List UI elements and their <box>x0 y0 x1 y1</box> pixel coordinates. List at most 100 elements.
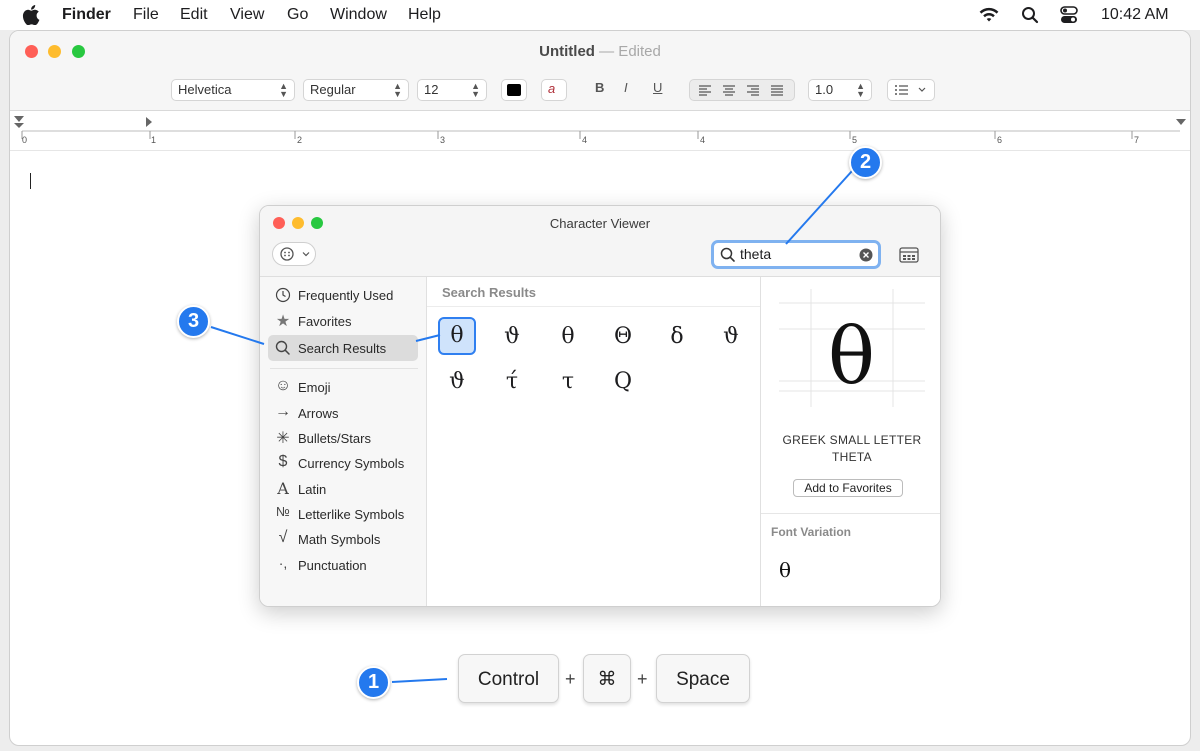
asterisk-icon: ✳ <box>276 430 290 447</box>
collapse-viewer-icon[interactable] <box>899 247 919 263</box>
command-key: ⌘ <box>583 654 631 703</box>
add-to-favorites-button[interactable]: Add to Favorites <box>793 479 903 497</box>
menu-clock[interactable]: 10:42 AM <box>1101 6 1169 24</box>
character-cell[interactable]: τ <box>549 363 587 401</box>
menu-window[interactable]: Window <box>330 6 387 24</box>
updown-chevron-icon: ▲ ▼ <box>471 81 480 99</box>
search-input[interactable] <box>740 246 850 262</box>
sidebar-item-emoji[interactable]: ☺ Emoji <box>268 375 418 399</box>
underline-button[interactable]: U <box>653 80 662 95</box>
ruler-number: 4 <box>700 135 706 145</box>
results-divider <box>427 306 760 307</box>
font-family-select[interactable]: Helvetica ▲ ▼ <box>171 79 295 101</box>
ruler-number: 5 <box>852 135 858 145</box>
character-detail-pane: θ GREEK SMALL LETTER THETA Add to Favori… <box>760 277 940 606</box>
updown-chevron-icon: ▲ ▼ <box>393 81 402 99</box>
sidebar-divider <box>270 368 418 369</box>
sidebar-item-label: Arrows <box>298 406 339 421</box>
character-search-field[interactable] <box>711 240 881 269</box>
first-line-indent-icon[interactable] <box>14 116 24 122</box>
character-cell[interactable]: ϑ <box>493 318 531 356</box>
sidebar-item-punctuation[interactable]: ·, Punctuation <box>268 553 418 577</box>
right-indent-icon[interactable] <box>1176 119 1186 125</box>
character-viewer-window: Character Viewer theta Frequently Used ★… <box>259 205 941 607</box>
arrow-icon: → <box>275 403 291 420</box>
callout-badge-1: 1 <box>357 666 390 699</box>
character-cell[interactable]: τ́ <box>493 363 531 401</box>
sidebar-item-math-symbols[interactable]: √ Math Symbols <box>268 527 418 551</box>
ruler-ticks <box>21 131 1133 139</box>
menu-view[interactable]: View <box>230 6 264 24</box>
character-cell[interactable]: θ <box>549 318 587 356</box>
dollar-icon: $ <box>278 453 288 470</box>
character-cell[interactable]: Q <box>604 363 642 401</box>
numero-icon: № <box>276 504 290 519</box>
spotlight-search-icon[interactable] <box>1021 6 1039 24</box>
updown-chevron-icon: ▲ ▼ <box>279 81 288 99</box>
menu-edit[interactable]: Edit <box>180 6 208 24</box>
character-cell[interactable]: ẟ <box>658 318 696 356</box>
sidebar-item-currency-symbols[interactable]: $ Currency Symbols <box>268 451 418 475</box>
magnifier-icon <box>274 337 292 361</box>
sidebar-item-arrows[interactable]: → Arrows <box>268 401 418 425</box>
sidebar-item-bullets-stars[interactable]: ✳ Bullets/Stars <box>268 426 418 450</box>
character-cell[interactable]: ϑ <box>712 318 750 356</box>
menu-go[interactable]: Go <box>287 6 308 24</box>
chevron-down-icon <box>302 252 310 257</box>
align-left-icon[interactable] <box>699 85 711 96</box>
sidebar-item-label: Favorites <box>298 314 352 329</box>
line-spacing-value: 1.0 <box>815 82 834 97</box>
sidebar-item-label: Punctuation <box>298 558 367 573</box>
tab-stop-icon[interactable] <box>146 117 152 127</box>
menu-file[interactable]: File <box>133 6 159 24</box>
latin-a-icon: A <box>277 479 289 498</box>
character-cell[interactable]: Θ <box>604 318 642 356</box>
justify-icon[interactable] <box>771 85 783 96</box>
sidebar-item-label: Letterlike Symbols <box>298 507 405 522</box>
detail-divider <box>761 513 940 514</box>
italic-button[interactable]: I <box>624 80 628 95</box>
text-color-swatch <box>507 84 521 96</box>
ruler[interactable]: 0 1 2 3 4 4 5 6 7 <box>10 111 1190 151</box>
ruler-number: 6 <box>997 135 1003 145</box>
updown-chevron-icon: ▲ ▼ <box>856 81 865 99</box>
list-style-button[interactable] <box>887 79 935 101</box>
menu-help[interactable]: Help <box>408 6 441 24</box>
window-title: Untitled — Edited <box>10 43 1190 60</box>
ruler-number: 2 <box>297 135 303 145</box>
font-size-select[interactable]: 12 ▲ ▼ <box>417 79 487 101</box>
menu-app-name[interactable]: Finder <box>62 6 111 24</box>
sidebar-item-latin[interactable]: A Latin <box>268 477 418 501</box>
search-results-pane: Search Results θ ϑ θ Θ ẟ ϑ ϑ τ́ τ Q <box>427 277 760 606</box>
plus-sign: + <box>637 669 648 689</box>
left-indent-icon[interactable] <box>14 123 24 128</box>
category-sidebar: Frequently Used ★ Favorites Search Resul… <box>260 277 427 606</box>
clear-search-icon[interactable] <box>859 248 873 262</box>
sidebar-item-label: Search Results <box>298 341 387 356</box>
plus-sign: + <box>565 669 576 689</box>
align-center-icon[interactable] <box>723 85 735 96</box>
control-center-icon[interactable] <box>1060 6 1078 24</box>
sidebar-item-label: Bullets/Stars <box>298 431 371 446</box>
sidebar-item-frequently-used[interactable]: Frequently Used <box>268 283 418 307</box>
line-spacing-select[interactable]: 1.0 ▲ ▼ <box>808 79 872 101</box>
chevron-down-icon <box>918 87 926 92</box>
ruler-number: 7 <box>1134 135 1140 145</box>
bold-button[interactable]: B <box>595 80 604 95</box>
ruler-number: 4 <box>582 135 588 145</box>
character-cell[interactable]: ϑ <box>438 363 476 401</box>
font-variation-cell[interactable]: θ <box>779 558 791 582</box>
sidebar-item-letterlike-symbols[interactable]: № Letterlike Symbols <box>268 502 418 526</box>
font-family-value: Helvetica <box>178 82 232 97</box>
background-color-button[interactable]: a <box>541 79 567 101</box>
font-style-select[interactable]: Regular ▲ ▼ <box>303 79 409 101</box>
text-color-well[interactable] <box>501 79 527 101</box>
sidebar-item-favorites[interactable]: ★ Favorites <box>268 309 418 333</box>
sidebar-item-search-results[interactable]: Search Results <box>268 335 418 361</box>
apple-logo-icon[interactable] <box>22 5 40 25</box>
wifi-icon[interactable] <box>978 5 1000 23</box>
align-right-icon[interactable] <box>747 85 759 96</box>
emoji-menu-button[interactable] <box>272 242 316 266</box>
edited-label: — Edited <box>599 43 661 60</box>
character-cell[interactable]: θ <box>438 317 476 355</box>
